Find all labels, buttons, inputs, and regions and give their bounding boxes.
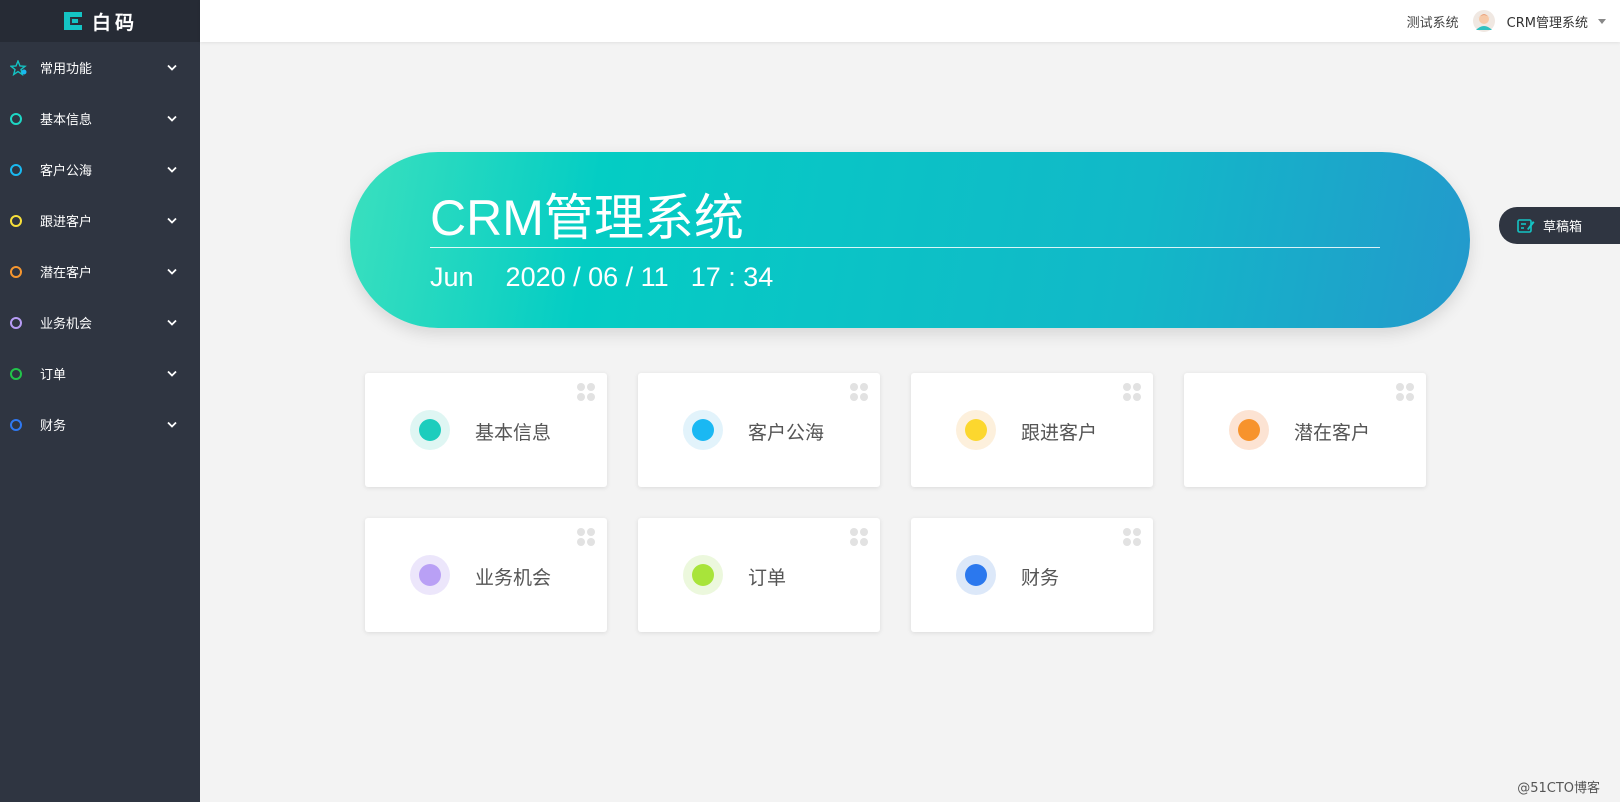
banner-datetime: Jun 2020 / 06 / 11 17 : 34 <box>430 262 773 293</box>
circle-icon <box>10 265 22 278</box>
drafts-button[interactable]: 草稿箱 <box>1499 207 1620 244</box>
sidebar-item[interactable]: 财务 <box>0 399 200 450</box>
chevron-down-icon[interactable] <box>166 215 178 227</box>
module-card[interactable]: 跟进客户 <box>911 373 1153 487</box>
drag-handle-icon[interactable] <box>1123 383 1141 401</box>
sidebar-item-label: 财务 <box>40 419 67 434</box>
circle-icon <box>10 418 22 431</box>
avatar[interactable] <box>1472 10 1495 32</box>
module-icon <box>683 555 723 595</box>
sidebar-item-label: 跟进客户 <box>40 215 93 230</box>
star-icon <box>10 59 28 76</box>
circle-icon <box>10 316 22 329</box>
module-icon <box>1229 410 1269 450</box>
sidebar-item-label: 常用功能 <box>40 62 93 77</box>
top-bar: 测试系统 CRM管理系统 <box>200 0 1620 42</box>
sidebar-item[interactable]: 跟进客户 <box>0 195 200 246</box>
drag-handle-icon[interactable] <box>577 528 595 546</box>
logo[interactable]: 白码 <box>0 0 200 42</box>
module-card[interactable]: 财务 <box>911 518 1153 632</box>
sidebar-item-label: 基本信息 <box>40 113 93 128</box>
drag-handle-icon[interactable] <box>850 383 868 401</box>
banner-date: 2020 / 06 / 11 <box>505 262 669 292</box>
chevron-down-icon[interactable] <box>166 62 178 74</box>
sidebar: 白码 常用功能基本信息客户公海跟进客户潜在客户业务机会订单财务 <box>0 0 200 802</box>
test-system-link[interactable]: 测试系统 <box>1407 12 1459 31</box>
module-card-label: 客户公海 <box>748 422 825 444</box>
sidebar-item[interactable]: 基本信息 <box>0 93 200 144</box>
banner-month: Jun <box>430 262 474 292</box>
sidebar-item[interactable]: 常用功能 <box>0 42 200 93</box>
chevron-down-icon[interactable] <box>166 368 178 380</box>
circle-icon <box>10 112 22 125</box>
module-icon <box>956 410 996 450</box>
sidebar-item[interactable]: 潜在客户 <box>0 246 200 297</box>
circle-icon <box>10 367 22 380</box>
drag-handle-icon[interactable] <box>1123 528 1141 546</box>
logo-icon <box>63 12 82 30</box>
module-card-label: 财务 <box>1021 567 1060 589</box>
module-card[interactable]: 基本信息 <box>365 373 607 487</box>
logo-text: 白码 <box>91 11 138 34</box>
chevron-down-icon[interactable] <box>166 419 178 431</box>
module-icon <box>683 410 723 450</box>
banner-time: 17 : 34 <box>690 262 774 292</box>
welcome-banner: CRM管理系统 Jun 2020 / 06 / 11 17 : 34 <box>350 152 1470 328</box>
module-card-label: 基本信息 <box>475 422 552 444</box>
sidebar-item-label: 潜在客户 <box>40 266 93 281</box>
banner-title: CRM管理系统 <box>430 190 744 246</box>
drag-handle-icon[interactable] <box>1396 383 1414 401</box>
drag-handle-icon[interactable] <box>577 383 595 401</box>
user-name[interactable]: CRM管理系统 <box>1507 12 1588 31</box>
drag-handle-icon[interactable] <box>850 528 868 546</box>
module-icon <box>410 410 450 450</box>
module-card-label: 订单 <box>748 567 787 589</box>
chevron-down-icon[interactable] <box>166 164 178 176</box>
edit-note-icon <box>1517 218 1535 233</box>
circle-icon <box>10 163 22 176</box>
module-card-label: 潜在客户 <box>1294 422 1371 444</box>
caret-down-icon[interactable] <box>1598 18 1606 24</box>
sidebar-item-label: 业务机会 <box>40 317 93 332</box>
chevron-down-icon[interactable] <box>166 266 178 278</box>
module-card-label: 跟进客户 <box>1021 422 1098 444</box>
watermark: @51CTO博客 <box>1517 781 1600 796</box>
chevron-down-icon[interactable] <box>166 113 178 125</box>
module-icon <box>410 555 450 595</box>
module-card[interactable]: 潜在客户 <box>1184 373 1426 487</box>
module-card-label: 业务机会 <box>475 567 552 589</box>
sidebar-item[interactable]: 订单 <box>0 348 200 399</box>
chevron-down-icon[interactable] <box>166 317 178 329</box>
module-card[interactable]: 客户公海 <box>638 373 880 487</box>
sidebar-item-label: 订单 <box>40 368 67 383</box>
module-icon <box>956 555 996 595</box>
circle-icon <box>10 214 22 227</box>
sidebar-item[interactable]: 客户公海 <box>0 144 200 195</box>
sidebar-item[interactable]: 业务机会 <box>0 297 200 348</box>
module-card[interactable]: 订单 <box>638 518 880 632</box>
drafts-label: 草稿箱 <box>1543 220 1583 235</box>
banner-divider <box>430 247 1380 248</box>
module-card[interactable]: 业务机会 <box>365 518 607 632</box>
sidebar-item-label: 客户公海 <box>40 164 93 179</box>
